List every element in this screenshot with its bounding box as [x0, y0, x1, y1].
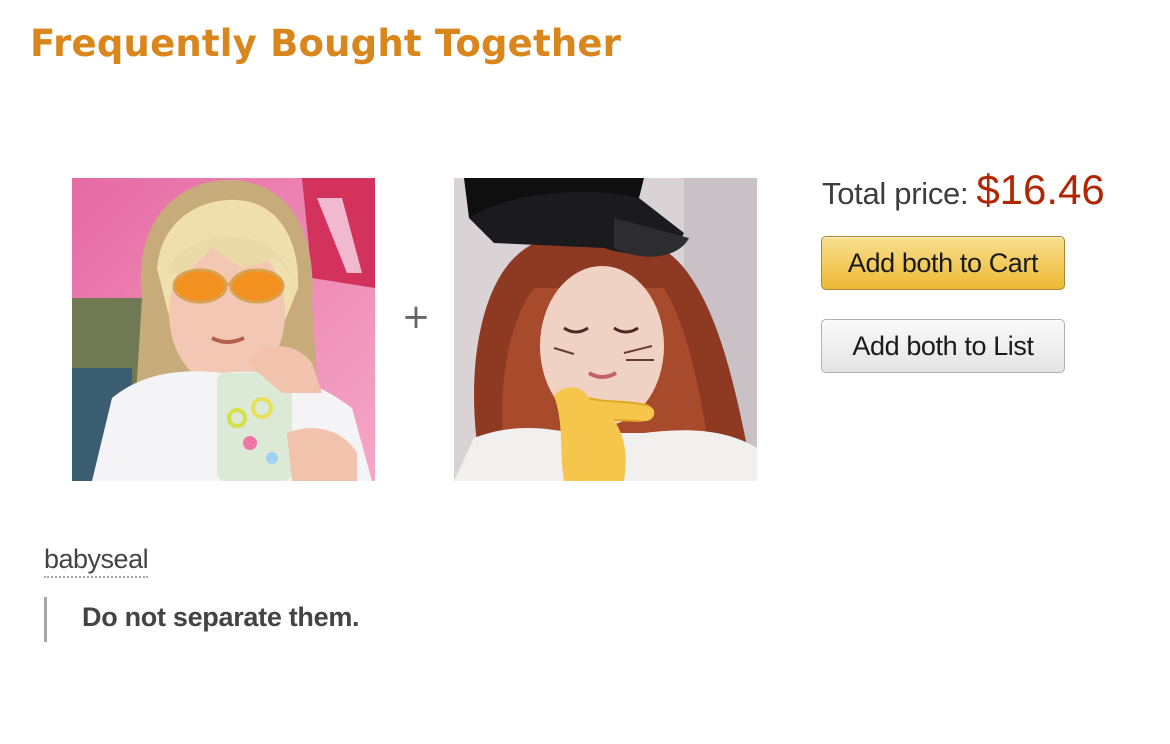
product-image-1[interactable]	[72, 178, 375, 481]
total-price-row: Total price: $16.46	[822, 166, 1105, 214]
add-both-to-cart-button[interactable]: Add both to Cart	[821, 236, 1065, 290]
post-username-link[interactable]: babyseal	[44, 543, 149, 578]
product-image-2[interactable]	[454, 178, 757, 481]
post-quote-text: Do not separate them.	[82, 602, 360, 632]
product-photo-1	[72, 178, 375, 481]
total-price-value: $16.46	[976, 166, 1105, 213]
product-photo-2	[454, 178, 757, 481]
quote-bar	[44, 597, 47, 642]
section-title: Frequently Bought Together	[30, 22, 622, 65]
plus-icon: +	[401, 297, 431, 337]
total-price-label: Total price:	[822, 176, 969, 211]
add-both-to-list-button[interactable]: Add both to List	[821, 319, 1065, 373]
